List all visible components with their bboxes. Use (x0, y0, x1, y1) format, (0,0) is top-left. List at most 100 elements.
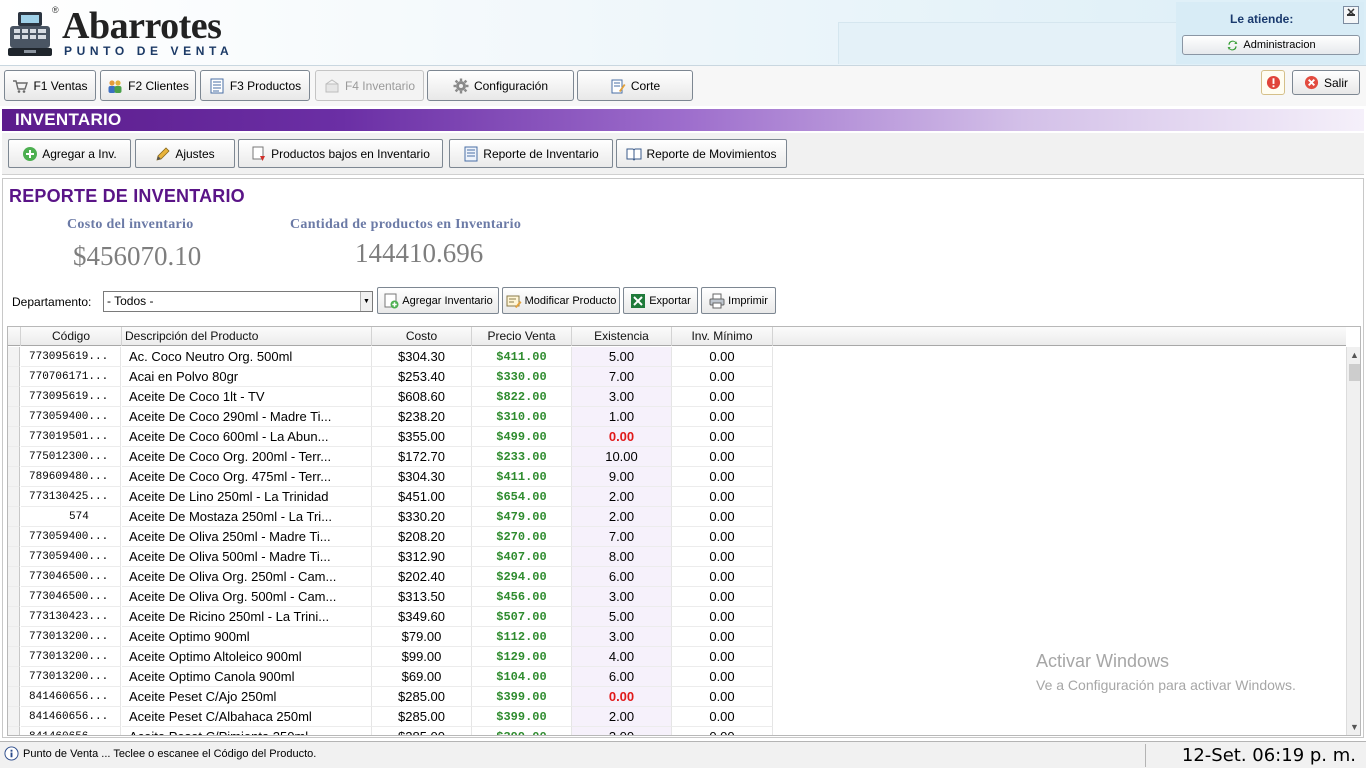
add-icon (23, 146, 38, 161)
table-row[interactable]: 773046500... Aceite De Oliva Org. 250ml -… (8, 567, 1346, 587)
cell-costo: $285.00 (372, 687, 472, 707)
department-select[interactable]: - Todos - ▼ (103, 291, 373, 312)
row-selector[interactable] (8, 627, 20, 647)
movements-report-button[interactable]: Reporte de Movimientos (616, 139, 787, 168)
table-row[interactable]: 773019501... Aceite De Coco 600ml - La Ab… (8, 427, 1346, 447)
row-selector[interactable] (8, 547, 20, 567)
table-row[interactable]: 789609480... Aceite De Coco Org. 475ml - … (8, 467, 1346, 487)
table-row[interactable]: 773095619... Ac. Coco Neutro Org. 500ml $3… (8, 347, 1346, 367)
cell-descripcion: Aceite Optimo Canola 900ml (122, 667, 372, 687)
cell-costo: $172.70 (372, 447, 472, 467)
row-selector[interactable] (8, 487, 20, 507)
low-stock-button[interactable]: Productos bajos en Inventario (238, 139, 443, 168)
cell-precio: $104.00 (472, 667, 572, 687)
header-descripcion[interactable]: Descripción del Producto (122, 327, 372, 346)
header-precio[interactable]: Precio Venta (472, 327, 572, 346)
cell-codigo: 841460656... (21, 687, 121, 707)
nav-clientes-button[interactable]: F2 Clientes (100, 70, 196, 101)
row-selector[interactable] (8, 347, 20, 367)
header-existencia[interactable]: Existencia (572, 327, 672, 346)
row-selector[interactable] (8, 427, 20, 447)
cell-existencia: 7.00 (572, 527, 672, 547)
cell-codigo: 770706171... (21, 367, 121, 387)
nav-corte-button[interactable]: Corte (577, 70, 693, 101)
cell-codigo: 773059400... (21, 407, 121, 427)
table-row[interactable]: 841460656...Aceite Peset C/Pimienta 250m… (8, 727, 1346, 735)
row-selector[interactable] (8, 507, 20, 527)
row-selector[interactable] (8, 727, 20, 735)
scroll-down-icon[interactable]: ▼ (1347, 719, 1360, 735)
cell-codigo: 841460656... (21, 727, 121, 735)
row-selector[interactable] (8, 387, 20, 407)
header-costo[interactable]: Costo (372, 327, 472, 346)
cell-descripcion: Aceite De Coco 600ml - La Abun... (122, 427, 372, 447)
dropdown-arrow-icon[interactable]: ▼ (360, 292, 372, 311)
add-to-inventory-button[interactable]: Agregar a Inv. (8, 139, 131, 168)
product-list-icon (210, 78, 224, 93)
scroll-up-icon[interactable]: ▲ (1347, 347, 1360, 363)
main-nav: F1 Ventas F2 Clientes F3 Productos F4 In… (0, 66, 1366, 106)
table-row[interactable]: 773059400... Aceite De Coco 290ml - Madre… (8, 407, 1346, 427)
table-row[interactable]: 773095619... Aceite De Coco 1lt - TV $608.… (8, 387, 1346, 407)
minimize-button[interactable] (1343, 6, 1359, 24)
vertical-scrollbar[interactable]: ▲ ▼ (1346, 347, 1360, 735)
row-selector[interactable] (8, 607, 20, 627)
row-selector[interactable] (8, 687, 20, 707)
cell-existencia: 3.00 (572, 627, 672, 647)
table-row[interactable]: 574 Aceite De Mostaza 250ml - La Tri... $3… (8, 507, 1346, 527)
table-row[interactable]: 773013200... Aceite Optimo 900ml $79.00 $11… (8, 627, 1346, 647)
cell-costo: $238.20 (372, 407, 472, 427)
adjustments-button[interactable]: Ajustes (135, 139, 235, 168)
row-selector[interactable] (8, 467, 20, 487)
cell-precio: $129.00 (472, 647, 572, 667)
row-selector[interactable] (8, 587, 20, 607)
table-row[interactable]: 770706171... Acai en Polvo 80gr $253.40 $33… (8, 367, 1346, 387)
cell-costo: $79.00 (372, 627, 472, 647)
inventory-cost-label: Costo del inventario (67, 217, 194, 232)
add-inventory-button[interactable]: Agregar Inventario (377, 287, 499, 314)
row-selector[interactable] (8, 447, 20, 467)
table-row[interactable]: 775012300... Aceite De Coco Org. 200ml - … (8, 447, 1346, 467)
nav-ventas-button[interactable]: F1 Ventas (4, 70, 96, 101)
row-selector[interactable] (8, 707, 20, 727)
nav-inventario-button[interactable]: F4 Inventario (315, 70, 424, 101)
cell-descripcion: Aceite Peset C/Albahaca 250ml (122, 707, 372, 727)
row-selector[interactable] (8, 647, 20, 667)
print-button[interactable]: Imprimir (701, 287, 776, 314)
header-codigo[interactable]: Código (21, 327, 122, 346)
table-row[interactable]: 773130423... Aceite De Ricino 250ml - La … (8, 607, 1346, 627)
pencil-icon (156, 146, 170, 161)
cell-descripcion: Aceite De Ricino 250ml - La Trini... (122, 607, 372, 627)
row-selector[interactable] (8, 367, 20, 387)
inventory-report-button[interactable]: Reporte de Inventario (449, 139, 613, 168)
row-selector[interactable] (8, 667, 20, 687)
change-user-button[interactable]: Administracion (1182, 35, 1360, 55)
table-row[interactable]: 773059400... Aceite De Oliva 500ml - Madr… (8, 547, 1346, 567)
table-row[interactable]: 773046500... Aceite De Oliva Org. 500ml -… (8, 587, 1346, 607)
alert-button[interactable] (1261, 70, 1285, 95)
department-selected-value: - Todos - (107, 294, 154, 308)
table-row[interactable]: 773130425... Aceite De Lino 250ml - La Tr… (8, 487, 1346, 507)
row-selector[interactable] (8, 407, 20, 427)
header-minimo[interactable]: Inv. Mínimo (672, 327, 773, 346)
row-selector[interactable] (8, 567, 20, 587)
cell-minimo: 0.00 (672, 347, 773, 367)
table-row[interactable]: 841460656... Aceite Peset C/Albahaca 250m… (8, 707, 1346, 727)
row-selector[interactable] (8, 527, 20, 547)
modify-product-button[interactable]: Modificar Producto (502, 287, 620, 314)
export-button[interactable]: Exportar (623, 287, 698, 314)
cell-precio: $399.00 (472, 727, 572, 735)
table-row[interactable]: 773059400... Aceite De Oliva 250ml - Madr… (8, 527, 1346, 547)
nav-productos-button[interactable]: F3 Productos (200, 70, 310, 101)
cell-precio: $294.00 (472, 567, 572, 587)
cell-descripcion: Aceite De Coco Org. 200ml - Terr... (122, 447, 372, 467)
table-header: Código Descripción del Producto Costo Pr… (8, 327, 1346, 346)
info-icon (4, 746, 19, 761)
nav-configuracion-button[interactable]: Configuración (427, 70, 574, 101)
nav-inventario-label: F4 Inventario (344, 78, 416, 93)
inventory-icon (325, 78, 339, 92)
scroll-thumb[interactable] (1349, 364, 1360, 381)
cell-descripcion: Aceite De Oliva Org. 500ml - Cam... (122, 587, 372, 607)
exit-button[interactable]: Salir (1292, 70, 1360, 95)
cell-codigo: 773059400... (21, 527, 121, 547)
